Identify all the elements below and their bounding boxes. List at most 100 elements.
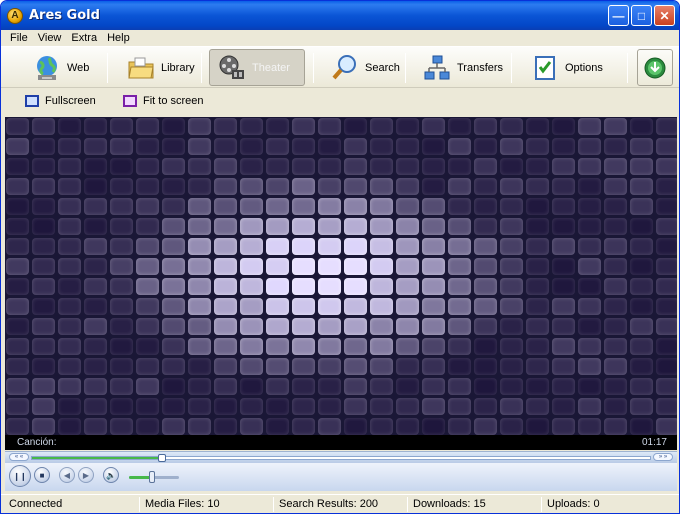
fullscreen-button[interactable]: Fullscreen bbox=[25, 95, 96, 107]
video-pixel-tile bbox=[474, 198, 497, 215]
next-button[interactable]: ▶ bbox=[78, 467, 94, 483]
video-pixel-tile bbox=[552, 338, 575, 355]
video-pixel-tile bbox=[240, 158, 263, 175]
video-pixel-tile bbox=[136, 118, 159, 135]
video-pixel-tile bbox=[448, 118, 471, 135]
seek-track[interactable] bbox=[31, 454, 651, 462]
video-pixel-tile bbox=[162, 178, 185, 195]
video-pixel-tile bbox=[604, 378, 627, 395]
video-pixel-tile bbox=[578, 258, 601, 275]
mute-button[interactable]: 🔈 bbox=[103, 467, 119, 483]
video-pixel-tile bbox=[214, 358, 237, 375]
video-pixel-tile bbox=[552, 178, 575, 195]
video-pixel-tile bbox=[318, 158, 341, 175]
toolbar-separator bbox=[627, 53, 628, 83]
video-pixel-tile bbox=[136, 318, 159, 335]
video-pixel-tile bbox=[188, 278, 211, 295]
video-pixel-tile bbox=[630, 318, 653, 335]
video-pixel-tile bbox=[162, 118, 185, 135]
seek-bar[interactable]: « « » » bbox=[5, 451, 677, 463]
video-pixel-tile bbox=[110, 318, 133, 335]
video-pixel-tile bbox=[448, 138, 471, 155]
video-pixel-tile bbox=[422, 298, 445, 315]
video-pixel-tile bbox=[240, 138, 263, 155]
menu-extra[interactable]: Extra bbox=[66, 32, 102, 44]
volume-slider[interactable] bbox=[129, 471, 179, 483]
video-pixel-tile bbox=[552, 398, 575, 415]
search-results-count: Search Results: 200 bbox=[279, 498, 379, 510]
download-button[interactable] bbox=[637, 49, 673, 86]
search-button[interactable]: Search bbox=[323, 49, 408, 86]
video-pixel-tile bbox=[474, 298, 497, 315]
video-pixel-tile bbox=[578, 318, 601, 335]
video-pixel-tile bbox=[422, 358, 445, 375]
video-pixel-tile bbox=[318, 138, 341, 155]
video-pixel-tile bbox=[110, 118, 133, 135]
library-button[interactable]: Library bbox=[119, 49, 203, 86]
video-pixel-tile bbox=[240, 258, 263, 275]
video-pixel-tile bbox=[630, 338, 653, 355]
video-pixel-tile bbox=[630, 238, 653, 255]
video-pixel-tile bbox=[58, 158, 81, 175]
stop-button[interactable]: ■ bbox=[34, 467, 50, 483]
video-pixel-tile bbox=[266, 398, 289, 415]
video-pixel-tile bbox=[500, 258, 523, 275]
previous-button[interactable]: ◀ bbox=[59, 467, 75, 483]
video-pixel-tile bbox=[32, 258, 55, 275]
menu-view[interactable]: View bbox=[33, 32, 67, 44]
video-pixel-tile bbox=[318, 258, 341, 275]
video-pixel-tile bbox=[292, 318, 315, 335]
video-pixel-tile bbox=[526, 178, 549, 195]
video-pixel-tile bbox=[6, 278, 29, 295]
video-pixel-tile bbox=[526, 238, 549, 255]
video-pixel-tile bbox=[552, 158, 575, 175]
video-pixel-tile bbox=[344, 138, 367, 155]
menu-file[interactable]: File bbox=[5, 32, 33, 44]
video-pixel-tile bbox=[188, 138, 211, 155]
fit-to-screen-button[interactable]: Fit to screen bbox=[123, 95, 204, 107]
minimize-icon: — bbox=[612, 8, 625, 23]
web-button[interactable]: Web bbox=[25, 49, 97, 86]
menu-help[interactable]: Help bbox=[102, 32, 135, 44]
video-pixel-tile bbox=[578, 278, 601, 295]
video-pixel-tile bbox=[552, 258, 575, 275]
video-pixel-tile bbox=[292, 418, 315, 435]
pause-icon: ❙❙ bbox=[13, 471, 27, 481]
video-pixel-tile bbox=[266, 358, 289, 375]
minimize-button[interactable]: — bbox=[608, 5, 629, 26]
video-pixel-tile bbox=[162, 258, 185, 275]
video-pixel-tile bbox=[578, 218, 601, 235]
seek-back-icon[interactable]: « « bbox=[9, 453, 29, 461]
video-pixel-tile bbox=[604, 238, 627, 255]
video-pixel-tile bbox=[266, 198, 289, 215]
caption-bar: Canción: 01:17 bbox=[5, 435, 677, 450]
close-button[interactable]: ✕ bbox=[654, 5, 675, 26]
video-pixel-tile bbox=[318, 298, 341, 315]
transfers-button[interactable]: Transfers bbox=[415, 49, 511, 86]
video-pixel-tile bbox=[500, 318, 523, 335]
options-button[interactable]: Options bbox=[523, 49, 611, 86]
seek-handle[interactable] bbox=[157, 454, 166, 462]
video-pixel-tile bbox=[292, 298, 315, 315]
video-pixel-tile bbox=[526, 418, 549, 435]
video-pixel-tile bbox=[474, 278, 497, 295]
title-bar[interactable]: A Ares Gold — □ ✕ bbox=[1, 1, 679, 30]
seek-forward-icon[interactable]: » » bbox=[653, 453, 673, 461]
status-separator bbox=[407, 497, 408, 512]
video-pixel-tile bbox=[6, 178, 29, 195]
video-visualization[interactable] bbox=[5, 117, 677, 435]
theater-button[interactable]: Theater bbox=[209, 49, 305, 86]
volume-handle[interactable] bbox=[148, 471, 155, 483]
video-pixel-tile bbox=[500, 118, 523, 135]
video-pixel-tile bbox=[136, 338, 159, 355]
main-toolbar: Web Library Theater Search Transfers Opt… bbox=[1, 46, 679, 88]
video-pixel-tile bbox=[136, 178, 159, 195]
video-pixel-tile bbox=[578, 298, 601, 315]
maximize-icon: □ bbox=[637, 8, 646, 23]
video-pixel-tile bbox=[630, 398, 653, 415]
video-pixel-tile bbox=[344, 398, 367, 415]
video-pixel-tile bbox=[292, 198, 315, 215]
pause-button[interactable]: ❙❙ bbox=[9, 465, 31, 487]
video-pixel-tile bbox=[6, 158, 29, 175]
maximize-button[interactable]: □ bbox=[631, 5, 652, 26]
